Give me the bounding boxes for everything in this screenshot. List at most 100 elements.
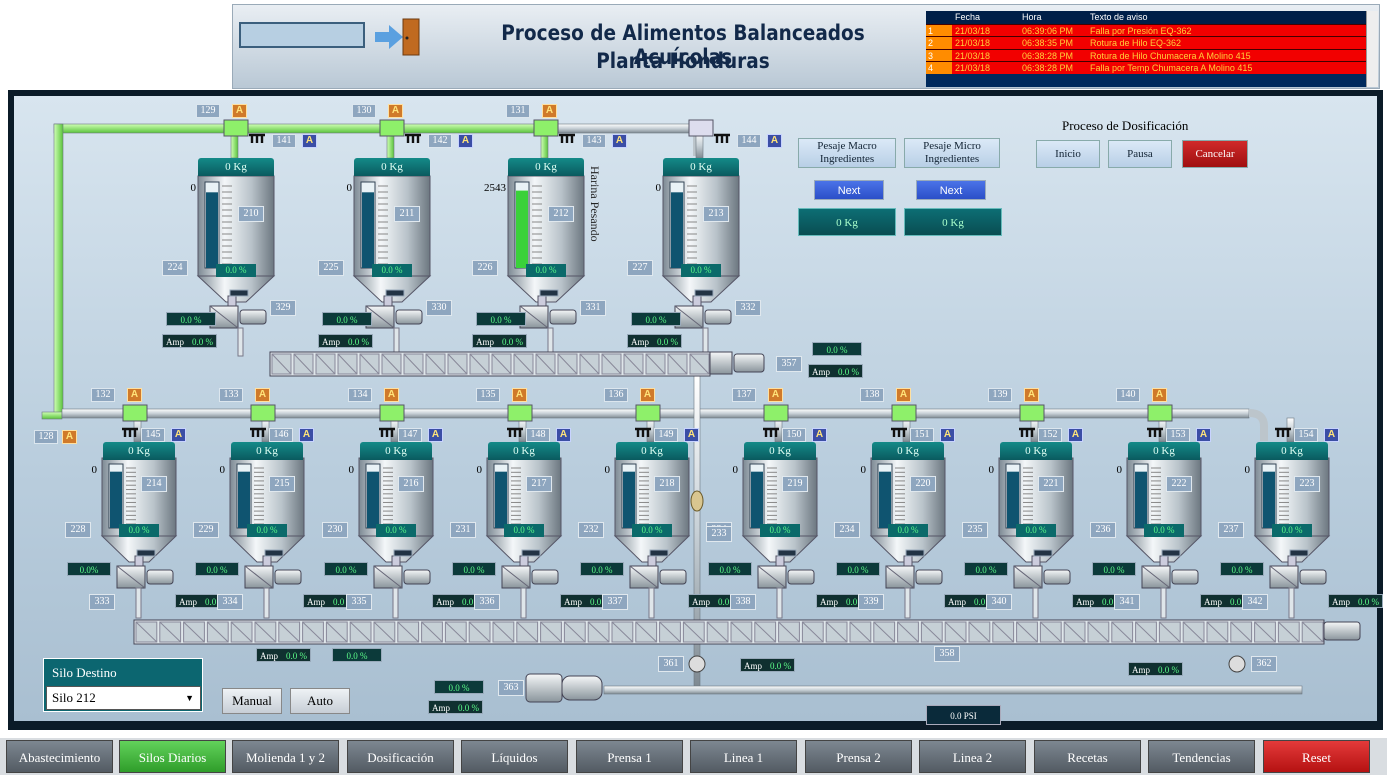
alarm-ack-button[interactable]: A <box>896 388 911 402</box>
alarm-ack-button[interactable]: A <box>812 428 827 442</box>
alarm-ack-button[interactable]: A <box>542 104 557 118</box>
nav-tab-l-quidos[interactable]: Líquidos <box>461 740 568 773</box>
alarm-ack-button[interactable]: A <box>1196 428 1211 442</box>
nav-tab-abastecimiento[interactable]: Abastecimiento <box>6 740 113 773</box>
pause-button[interactable]: Pausa <box>1108 140 1172 168</box>
valve-icon[interactable] <box>404 132 422 146</box>
valve-icon[interactable] <box>506 426 524 440</box>
nav-tab-tendencias[interactable]: Tendencias <box>1148 740 1255 773</box>
alarm-scrollbar[interactable] <box>1366 11 1378 87</box>
alarm-ack-button[interactable]: A <box>384 388 399 402</box>
alarm-ack-button[interactable]: A <box>1068 428 1083 442</box>
alarm-ack-button[interactable]: A <box>428 428 443 442</box>
valve-icon[interactable] <box>378 426 396 440</box>
feeder-speed: 0.0 % <box>195 562 239 576</box>
pump-363-motor <box>525 673 563 703</box>
nav-tab-reset[interactable]: Reset <box>1263 740 1370 773</box>
top-silo-213-sensor <box>694 289 714 297</box>
cancel-button[interactable]: Cancelar <box>1182 140 1248 168</box>
destination-silo-select[interactable]: Silo 212 ▼ <box>46 686 201 710</box>
alarm-ack-button[interactable]: A <box>940 428 955 442</box>
alarm-ack-button[interactable]: A <box>684 428 699 442</box>
chevron-down-icon: ▼ <box>185 693 194 703</box>
valve-icon[interactable] <box>713 132 731 146</box>
silo-level-value: 0 <box>988 464 995 476</box>
valve-icon[interactable] <box>1146 426 1164 440</box>
alarm-ack-button[interactable]: A <box>232 104 247 118</box>
valve-icon[interactable] <box>248 132 266 146</box>
alarm-ack-button[interactable]: A <box>1024 388 1039 402</box>
alarm-ack-button[interactable]: A <box>255 388 270 402</box>
alarm-ack-button[interactable]: A <box>1324 428 1339 442</box>
nav-tab-linea-1[interactable]: Linea 1 <box>690 740 797 773</box>
alarm-cell: Rotura de Hilo Chumacera A Molino 415 <box>1090 50 1251 61</box>
nav-tab-silos-diarios[interactable]: Silos Diarios <box>119 740 226 773</box>
conveyor-357-motor <box>733 353 765 373</box>
valve-id: 362 <box>1251 656 1277 672</box>
auto-button[interactable]: Auto <box>290 688 350 714</box>
alarm-ack-button[interactable]: A <box>556 428 571 442</box>
silo-inlet-pipe <box>386 132 395 159</box>
alarm-ack-button[interactable]: A <box>62 430 77 444</box>
nav-tab-linea-2[interactable]: Linea 2 <box>919 740 1026 773</box>
nav-tab-prensa-2[interactable]: Prensa 2 <box>805 740 912 773</box>
macro-next-button[interactable]: Next <box>814 180 884 200</box>
alarm-ack-button[interactable]: A <box>302 134 317 148</box>
alarm-cell: 21/03/18 <box>955 25 991 36</box>
start-button[interactable]: Inicio <box>1036 140 1100 168</box>
manual-button[interactable]: Manual <box>222 688 282 714</box>
silo-weight: 0 Kg <box>198 158 274 176</box>
alarm-ack-button[interactable]: A <box>512 388 527 402</box>
micro-weight-display: 0 Kg <box>904 208 1002 236</box>
nav-tab-recetas[interactable]: Recetas <box>1034 740 1141 773</box>
top-screw-conveyor <box>269 351 711 377</box>
amp-label: Amp <box>631 337 649 347</box>
alarm-ack-button[interactable]: A <box>299 428 314 442</box>
silo-weight: 0 Kg <box>354 158 430 176</box>
valve-icon[interactable] <box>1274 426 1292 440</box>
top-silo-213-motor <box>704 309 732 325</box>
bottom-silo-221-level-fill <box>1007 471 1019 528</box>
alarm-ack-button[interactable]: A <box>458 134 473 148</box>
silo-percent: 0.0 % <box>1272 524 1312 537</box>
nav-tab-molienda-1-y-2[interactable]: Molienda 1 y 2 <box>232 740 339 773</box>
valve-icon[interactable] <box>249 426 267 440</box>
alarm-ack-button[interactable]: A <box>640 388 655 402</box>
amp-label: Amp <box>1204 597 1222 607</box>
alarm-ack-button[interactable]: A <box>171 428 186 442</box>
alarm-ack-button[interactable]: A <box>612 134 627 148</box>
nav-tab-prensa-1[interactable]: Prensa 1 <box>576 740 683 773</box>
alarm-ack-button[interactable]: A <box>127 388 142 402</box>
user-field[interactable] <box>239 22 365 48</box>
valve-icon[interactable] <box>1018 426 1036 440</box>
alarm-cell: 06:39:06 PM <box>1022 25 1074 36</box>
bottom-silo-219-motor <box>787 569 815 585</box>
macro-weighing-button[interactable]: Pesaje Macro Ingredientes <box>798 138 896 168</box>
alarm-ack-button[interactable]: A <box>388 104 403 118</box>
valve-icon[interactable] <box>762 426 780 440</box>
valve-icon[interactable] <box>890 426 908 440</box>
micro-next-button[interactable]: Next <box>916 180 986 200</box>
feeder-amperage: Amp 0.0 % <box>162 334 217 348</box>
alarm-ack-button[interactable]: A <box>1152 388 1167 402</box>
pressure-readout: 0.0 PSI <box>926 705 1001 725</box>
conveyor-id: 358 <box>934 646 960 662</box>
micro-weighing-button[interactable]: Pesaje Micro Ingredientes <box>904 138 1000 168</box>
valve-icon[interactable] <box>558 132 576 146</box>
alarm-row[interactable]: 2 21/03/18 06:38:35 PM Rotura de Hilo EQ-36… <box>926 36 1366 49</box>
alarm-ack-button[interactable]: A <box>768 388 783 402</box>
alarm-table[interactable]: Fecha Hora Texto de aviso 1 21/03/18 06:39… <box>926 11 1366 87</box>
valve-icon[interactable] <box>121 426 139 440</box>
nav-tab-dosificaci-n[interactable]: Dosificación <box>347 740 454 773</box>
alarm-row[interactable]: 3 21/03/18 06:38:28 PM Rotura de Hilo Chuma… <box>926 48 1366 62</box>
alarm-row[interactable]: 1 21/03/18 06:39:06 PM Falla por Presión EQ… <box>926 23 1366 37</box>
top-silo-210-chute <box>227 295 237 307</box>
amp-value: 0.0 % <box>838 367 859 377</box>
alarm-row[interactable]: 4 21/03/18 06:38:28 PM Falla por Temp Chuma… <box>926 61 1366 74</box>
alarm-ack-button[interactable]: A <box>767 134 782 148</box>
exit-door-icon[interactable] <box>373 17 423 57</box>
bottom-silo-219-inlet-valve <box>763 404 789 422</box>
valve-icon[interactable] <box>634 426 652 440</box>
valve-tag: 149 <box>654 428 678 442</box>
silo-level-value: 0 <box>732 464 739 476</box>
